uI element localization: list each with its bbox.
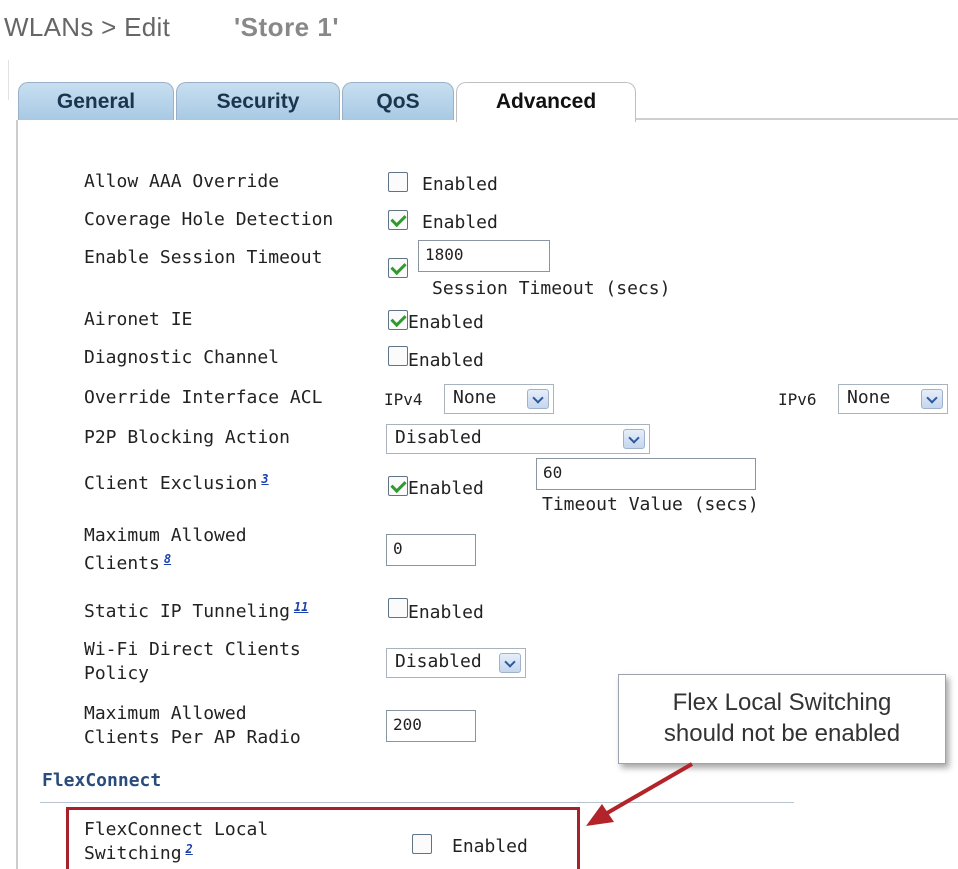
static-ip-tunneling-label: Static IP Tunneling 11: [84, 600, 308, 625]
allow-aaa-override-checkbox[interactable]: [388, 172, 408, 192]
divider: [8, 60, 9, 100]
footnote-link[interactable]: 3: [261, 472, 268, 486]
ipv6-acl-select[interactable]: None: [838, 384, 948, 414]
override-interface-acl-label: Override Interface ACL: [84, 387, 323, 408]
annotation-arrow-icon: [586, 762, 694, 826]
session-timeout-input[interactable]: 1800: [418, 240, 550, 272]
tab-advanced[interactable]: Advanced: [456, 82, 636, 122]
tab-baseline: [636, 118, 958, 120]
wifi-direct-select[interactable]: Disabled: [386, 648, 526, 678]
session-timeout-checkbox[interactable]: [388, 258, 408, 278]
client-exclusion-checkbox[interactable]: [388, 476, 408, 496]
tab-qos[interactable]: QoS: [342, 82, 454, 120]
callout-line-1: Flex Local Switching: [672, 689, 892, 716]
static-ip-tunneling-value: Enabled: [408, 602, 484, 623]
diagnostic-channel-value: Enabled: [408, 350, 484, 371]
chevron-down-icon: [623, 429, 645, 449]
wlan-name: 'Store 1': [234, 12, 340, 42]
p2p-blocking-value: Disabled: [395, 427, 482, 448]
panel-border: [16, 120, 18, 869]
flexconnect-section-title: FlexConnect: [42, 770, 162, 791]
client-exclusion-text: Client Exclusion: [84, 473, 258, 494]
footnote-link[interactable]: 2: [186, 842, 193, 856]
session-timeout-caption: Session Timeout (secs): [432, 278, 671, 299]
client-exclusion-timeout-input[interactable]: 60: [536, 458, 756, 490]
allow-aaa-override-value: Enabled: [422, 174, 498, 195]
aironet-ie-label: Aironet IE: [84, 309, 193, 330]
flex-local-switching-label-1: FlexConnect Local: [84, 819, 269, 840]
flex-local-switching-checkbox[interactable]: [412, 834, 432, 854]
ipv6-acl-value: None: [847, 387, 891, 408]
wifi-direct-label-1: Wi-Fi Direct Clients: [84, 639, 301, 660]
session-timeout-label: Enable Session Timeout: [84, 247, 323, 268]
client-exclusion-value: Enabled: [408, 478, 484, 499]
aironet-ie-value: Enabled: [408, 312, 484, 333]
client-exclusion-label: Client Exclusion 3: [84, 472, 269, 497]
coverage-hole-detection-label: Coverage Hole Detection: [84, 209, 334, 230]
max-clients-per-radio-label-1: Maximum Allowed: [84, 703, 247, 724]
static-ip-tunneling-checkbox[interactable]: [388, 598, 408, 618]
aironet-ie-checkbox[interactable]: [388, 310, 408, 330]
callout-line-2: should not be enabled: [663, 720, 901, 747]
diagnostic-channel-checkbox[interactable]: [388, 346, 408, 366]
footnote-link[interactable]: 8: [164, 552, 171, 566]
p2p-blocking-select[interactable]: Disabled: [386, 424, 650, 454]
flex-local-switching-label-2: Switching 2: [84, 842, 193, 867]
ipv6-label: IPv6: [778, 390, 817, 409]
ipv4-label: IPv4: [384, 390, 423, 409]
breadcrumb: WLANs > Edit: [4, 12, 171, 42]
footnote-link[interactable]: 11: [294, 600, 308, 614]
page-header: WLANs > Edit 'Store 1': [0, 0, 958, 80]
allow-aaa-override-label: Allow AAA Override: [84, 171, 280, 192]
tab-security[interactable]: Security: [176, 82, 340, 120]
wifi-direct-label-2: Policy: [84, 663, 150, 684]
ipv4-acl-value: None: [453, 387, 497, 408]
tab-general[interactable]: General: [18, 82, 174, 120]
chevron-down-icon: [527, 389, 549, 409]
max-allowed-clients-label-2: Clients 8: [84, 552, 171, 577]
max-clients-per-radio-input[interactable]: 200: [386, 710, 476, 742]
client-exclusion-timeout-caption: Timeout Value (secs): [542, 494, 759, 515]
diagnostic-channel-label: Diagnostic Channel: [84, 347, 280, 368]
wifi-direct-value: Disabled: [395, 651, 482, 672]
max-allowed-clients-text: Clients: [84, 553, 160, 574]
flex-local-switching-text: Switching: [84, 843, 182, 864]
annotation-callout: Flex Local Switching should not be enabl…: [618, 674, 946, 764]
coverage-hole-detection-checkbox[interactable]: [388, 210, 408, 230]
chevron-down-icon: [921, 389, 943, 409]
coverage-hole-detection-value: Enabled: [422, 212, 498, 233]
max-clients-per-radio-label-2: Clients Per AP Radio: [84, 727, 301, 748]
p2p-blocking-label: P2P Blocking Action: [84, 427, 290, 448]
static-ip-tunneling-text: Static IP Tunneling: [84, 601, 290, 622]
flex-local-switching-value: Enabled: [452, 836, 528, 857]
chevron-down-icon: [499, 653, 521, 673]
max-allowed-clients-label-1: Maximum Allowed: [84, 525, 247, 546]
ipv4-acl-select[interactable]: None: [444, 384, 554, 414]
max-allowed-clients-input[interactable]: 0: [386, 534, 476, 566]
